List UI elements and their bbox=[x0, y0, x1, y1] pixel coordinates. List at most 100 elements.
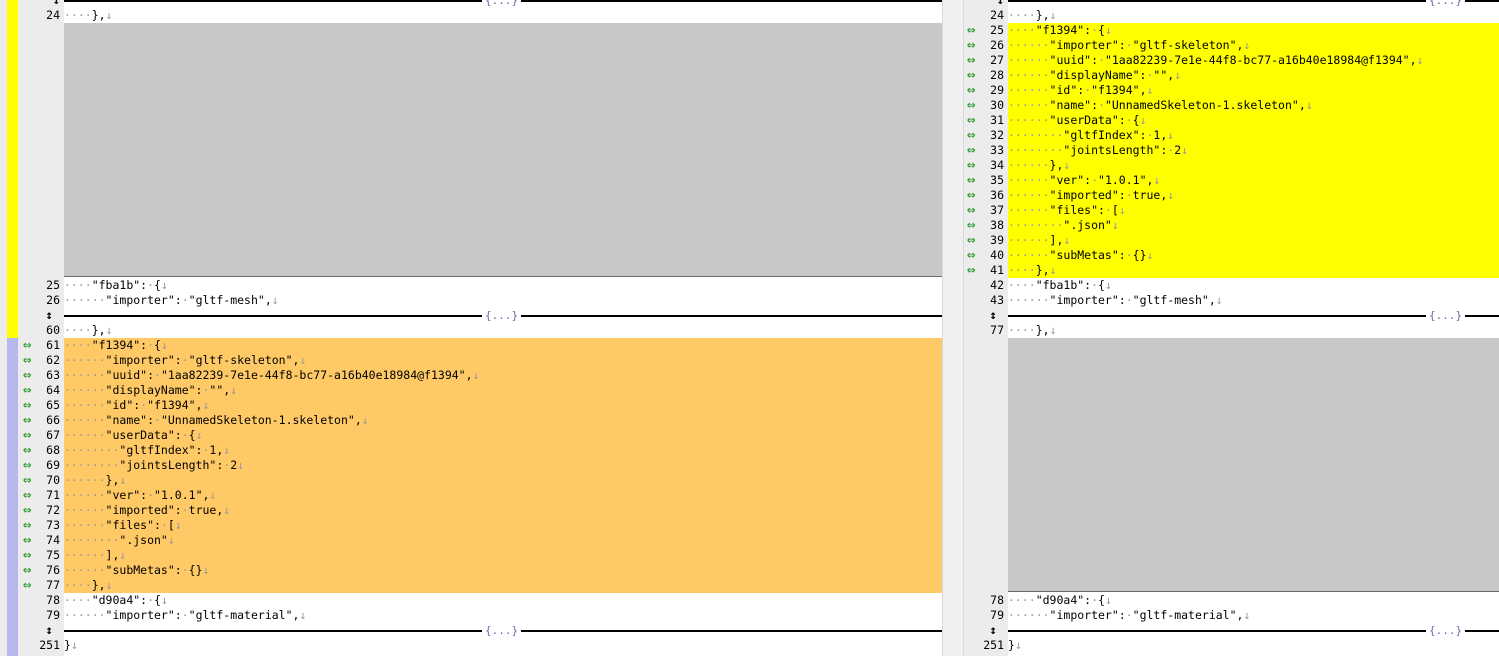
fold-expand-icon[interactable]: ↕ bbox=[964, 308, 1004, 323]
change-marker-icon[interactable]: ⇔ bbox=[967, 218, 975, 233]
change-marker-icon[interactable]: ⇔ bbox=[23, 338, 31, 353]
change-marker-icon[interactable]: ⇔ bbox=[967, 143, 975, 158]
code-text[interactable]: ········".json"↓ bbox=[64, 533, 942, 548]
code-text[interactable]: ······"subMetas":·{}↓ bbox=[64, 563, 942, 578]
change-marker-icon[interactable]: ⇔ bbox=[23, 518, 31, 533]
change-marker-icon[interactable]: ⇔ bbox=[23, 428, 31, 443]
code-text[interactable]: ······"importer":·"gltf-material",↓ bbox=[64, 608, 942, 623]
code-text[interactable]: ······"imported":·true,↓ bbox=[1008, 188, 1499, 203]
change-marker-icon[interactable]: ⇔ bbox=[967, 203, 975, 218]
code-text[interactable]: ····},↓ bbox=[1008, 263, 1499, 278]
change-marker-icon[interactable]: ⇔ bbox=[23, 548, 31, 563]
fold-expand-icon[interactable]: ↕ bbox=[964, 0, 1004, 8]
fold-collapsed-label[interactable]: {...} bbox=[482, 0, 522, 8]
code-text[interactable]: ····},↓ bbox=[1008, 8, 1499, 23]
change-marker-icon[interactable]: ⇔ bbox=[23, 488, 31, 503]
code-text[interactable]: ······],↓ bbox=[64, 548, 942, 563]
right-collapsed-section[interactable]: {...} bbox=[1008, 623, 1499, 638]
code-text[interactable]: ······"uuid":·"1aa82239-7e1e-44f8-bc77-a… bbox=[64, 368, 942, 383]
left-collapsed-section[interactable]: {...} bbox=[64, 308, 942, 323]
change-marker-icon[interactable]: ⇔ bbox=[967, 98, 975, 113]
change-marker-icon[interactable]: ⇔ bbox=[23, 383, 31, 398]
code-text[interactable]: ········"jointsLength":·2↓ bbox=[1008, 143, 1499, 158]
fold-expand-icon[interactable]: ↕ bbox=[20, 623, 60, 638]
code-text[interactable]: ······"id":·"f1394",↓ bbox=[1008, 83, 1499, 98]
fold-expand-icon[interactable]: ↕ bbox=[964, 623, 1004, 638]
change-marker-icon[interactable]: ⇔ bbox=[967, 248, 975, 263]
change-marker-icon[interactable]: ⇔ bbox=[23, 533, 31, 548]
code-text[interactable]: ····},↓ bbox=[1008, 323, 1499, 338]
code-text[interactable]: ····"fba1b":·{↓ bbox=[64, 278, 942, 293]
change-marker-icon[interactable]: ⇔ bbox=[23, 458, 31, 473]
code-text[interactable]: ······],↓ bbox=[1008, 233, 1499, 248]
change-marker-icon[interactable]: ⇔ bbox=[967, 173, 975, 188]
change-marker-icon[interactable]: ⇔ bbox=[23, 413, 31, 428]
code-text[interactable]: ······"id":·"f1394",↓ bbox=[64, 398, 942, 413]
code-text[interactable]: ······"displayName":·"",↓ bbox=[1008, 68, 1499, 83]
code-text[interactable]: ······"importer":·"gltf-mesh",↓ bbox=[64, 293, 942, 308]
change-marker-icon[interactable]: ⇔ bbox=[967, 158, 975, 173]
pane-divider[interactable] bbox=[942, 0, 964, 656]
code-text[interactable]: ······"files":·[↓ bbox=[1008, 203, 1499, 218]
change-marker-icon[interactable]: ⇔ bbox=[967, 128, 975, 143]
right-collapsed-section[interactable]: {...} bbox=[1008, 308, 1499, 323]
code-text[interactable]: ······"uuid":·"1aa82239-7e1e-44f8-bc77-a… bbox=[1008, 53, 1499, 68]
code-text[interactable]: ······"ver":·"1.0.1",↓ bbox=[64, 488, 942, 503]
fold-collapsed-label[interactable]: {...} bbox=[482, 623, 522, 638]
code-text[interactable]: ····"d90a4":·{↓ bbox=[1008, 593, 1499, 608]
code-text[interactable]: ······"imported":·true,↓ bbox=[64, 503, 942, 518]
code-text[interactable]: ······"subMetas":·{}↓ bbox=[1008, 248, 1499, 263]
change-marker-icon[interactable]: ⇔ bbox=[967, 68, 975, 83]
code-text[interactable]: ········"jointsLength":·2↓ bbox=[64, 458, 942, 473]
right-fold-marker-top[interactable]: {...} bbox=[1008, 0, 1499, 8]
left-fold-marker-top[interactable]: {...} bbox=[64, 0, 942, 8]
code-text[interactable]: ······"importer":·"gltf-mesh",↓ bbox=[1008, 293, 1499, 308]
code-text[interactable]: ······},↓ bbox=[1008, 158, 1499, 173]
code-text[interactable]: }↓ bbox=[1008, 638, 1499, 653]
fold-expand-icon[interactable]: ↕ bbox=[20, 0, 60, 8]
left-diff-overview-bar[interactable] bbox=[0, 0, 20, 656]
code-text[interactable]: ······"displayName":·"",↓ bbox=[64, 383, 942, 398]
change-marker-icon[interactable]: ⇔ bbox=[967, 188, 975, 203]
change-marker-icon[interactable]: ⇔ bbox=[23, 563, 31, 578]
code-text[interactable]: ······"name":·"UnnamedSkeleton-1.skeleto… bbox=[1008, 98, 1499, 113]
change-marker-icon[interactable]: ⇔ bbox=[23, 473, 31, 488]
change-marker-icon[interactable]: ⇔ bbox=[23, 368, 31, 383]
change-marker-icon[interactable]: ⇔ bbox=[967, 38, 975, 53]
code-text[interactable]: }↓ bbox=[64, 638, 942, 653]
code-text[interactable]: ····"d90a4":·{↓ bbox=[64, 593, 942, 608]
change-marker-icon[interactable]: ⇔ bbox=[967, 233, 975, 248]
fold-collapsed-label[interactable]: {...} bbox=[482, 308, 522, 323]
change-marker-icon[interactable]: ⇔ bbox=[23, 578, 31, 593]
code-text[interactable]: ······"files":·[↓ bbox=[64, 518, 942, 533]
code-text[interactable]: ····},↓ bbox=[64, 578, 942, 593]
change-marker-icon[interactable]: ⇔ bbox=[967, 53, 975, 68]
code-text[interactable]: ········".json"↓ bbox=[1008, 218, 1499, 233]
change-marker-icon[interactable]: ⇔ bbox=[23, 398, 31, 413]
code-text[interactable]: ······"userData":·{↓ bbox=[64, 428, 942, 443]
change-marker-icon[interactable]: ⇔ bbox=[23, 353, 31, 368]
fold-collapsed-label[interactable]: {...} bbox=[1426, 0, 1466, 8]
left-collapsed-section[interactable]: {...} bbox=[64, 623, 942, 638]
code-text[interactable]: ····},↓ bbox=[64, 323, 942, 338]
change-marker-icon[interactable]: ⇔ bbox=[967, 23, 975, 38]
code-text[interactable]: ········"gltfIndex":·1,↓ bbox=[1008, 128, 1499, 143]
code-text[interactable]: ······"importer":·"gltf-skeleton",↓ bbox=[1008, 38, 1499, 53]
code-text[interactable]: ····"fba1b":·{↓ bbox=[1008, 278, 1499, 293]
code-text[interactable]: ······"name":·"UnnamedSkeleton-1.skeleto… bbox=[64, 413, 942, 428]
code-text[interactable]: ····},↓ bbox=[64, 8, 942, 23]
code-text[interactable]: ······"userData":·{↓ bbox=[1008, 113, 1499, 128]
code-text[interactable]: ······"importer":·"gltf-material",↓ bbox=[1008, 608, 1499, 623]
code-text[interactable]: ······"importer":·"gltf-skeleton",↓ bbox=[64, 353, 942, 368]
code-text[interactable]: ····"f1394":·{↓ bbox=[1008, 23, 1499, 38]
code-text[interactable]: ······"ver":·"1.0.1",↓ bbox=[1008, 173, 1499, 188]
code-text[interactable]: ········"gltfIndex":·1,↓ bbox=[64, 443, 942, 458]
code-text[interactable]: ····"f1394":·{↓ bbox=[64, 338, 942, 353]
change-marker-icon[interactable]: ⇔ bbox=[23, 443, 31, 458]
fold-collapsed-label[interactable]: {...} bbox=[1426, 308, 1466, 323]
fold-expand-icon[interactable]: ↕ bbox=[20, 308, 60, 323]
fold-collapsed-label[interactable]: {...} bbox=[1426, 623, 1466, 638]
change-marker-icon[interactable]: ⇔ bbox=[967, 83, 975, 98]
right-file-pane[interactable]: {...} ↕ 24 ····},↓ 25 ⇔ ····"f1394":·{↓ 26 ⇔ ····… bbox=[964, 0, 1499, 656]
change-marker-icon[interactable]: ⇔ bbox=[967, 263, 975, 278]
